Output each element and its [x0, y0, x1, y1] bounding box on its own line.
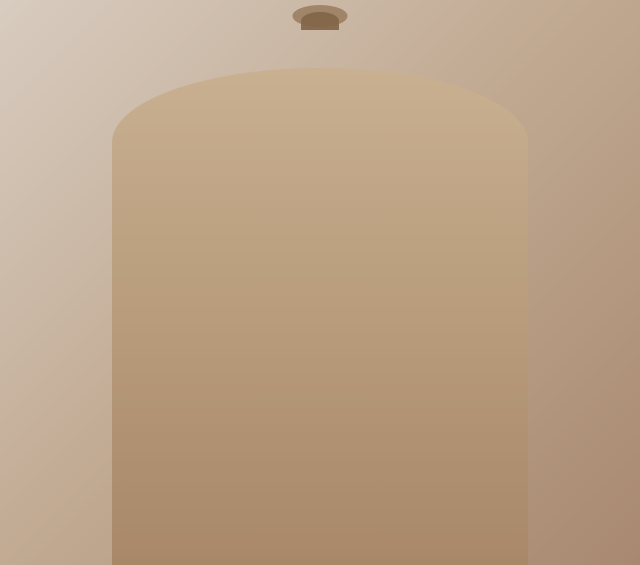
list-item: KIMAKIMBERLIN + FOLLOW	[533, 317, 638, 458]
featured-grid: CORYSTAUDACHER + FOLLOW GARETHP	[318, 174, 640, 459]
featured-photo-6	[533, 317, 638, 417]
featured-section: FEATURED BY POLAROID CORYSTAUDACHER + FO…	[318, 144, 640, 565]
right-panel: CANCEL FIND PEOPLE #TAGS f FEATURED BY P…	[318, 0, 640, 565]
